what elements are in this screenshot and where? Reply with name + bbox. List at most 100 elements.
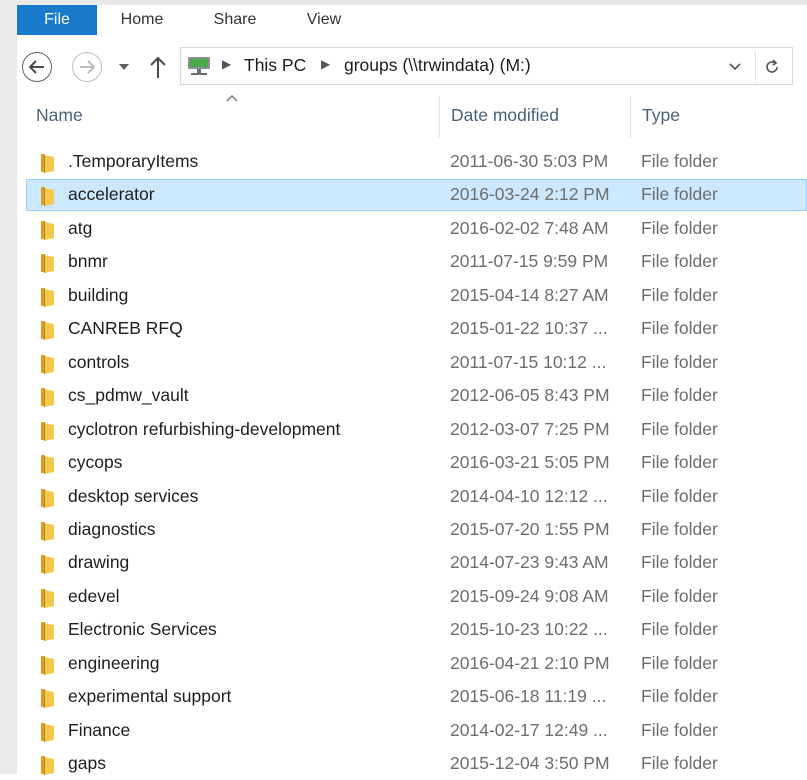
file-name: Finance: [68, 720, 131, 740]
folder-icon: [41, 455, 54, 474]
file-name: experimental support: [68, 686, 232, 706]
date-modified: 2014-07-23 9:43 AM: [450, 552, 609, 572]
breadcrumb-this-pc[interactable]: This PC: [244, 55, 306, 76]
arrow-left-icon: [29, 60, 44, 74]
file-name: building: [68, 285, 129, 305]
file-type: File folder: [641, 686, 718, 706]
folder-icon: [41, 154, 54, 173]
folder-icon: [41, 756, 54, 775]
list-item[interactable]: edevel 2015-09-24 9:08 AM File folder: [26, 581, 807, 613]
list-item[interactable]: accelerator 2016-03-24 2:12 PM File folder: [26, 179, 807, 211]
date-modified: 2015-07-20 1:55 PM: [450, 519, 610, 539]
folder-icon: [41, 522, 54, 541]
folder-icon: [41, 689, 54, 708]
folder-icon: [41, 288, 54, 307]
file-name: bnmr: [68, 251, 108, 271]
folder-icon: [41, 221, 54, 240]
file-type: File folder: [641, 184, 718, 204]
folder-icon: [41, 589, 54, 608]
file-type: File folder: [641, 251, 718, 271]
date-modified: 2016-04-21 2:10 PM: [450, 653, 610, 673]
list-item[interactable]: cycops 2016-03-21 5:05 PM File folder: [26, 447, 807, 479]
column-header-date-modified[interactable]: Date modified: [451, 105, 559, 126]
date-modified: 2011-06-30 5:03 PM: [450, 151, 609, 171]
date-modified: 2016-03-21 5:05 PM: [450, 452, 610, 472]
file-name: desktop services: [68, 486, 199, 506]
list-item[interactable]: controls 2011-07-15 10:12 ... File folder: [26, 347, 807, 379]
tab-home[interactable]: Home: [107, 5, 177, 35]
date-modified: 2012-06-05 8:43 PM: [450, 385, 610, 405]
list-item[interactable]: CANREB RFQ 2015-01-22 10:37 ... File folde…: [26, 313, 807, 345]
forward-button[interactable]: [72, 52, 102, 82]
folder-icon: [41, 321, 54, 340]
list-item[interactable]: experimental support 2015-06-18 11:19 ...…: [26, 681, 807, 713]
column-divider[interactable]: [439, 96, 440, 138]
list-item[interactable]: building 2015-04-14 8:27 AM File folder: [26, 280, 807, 312]
list-item[interactable]: cyclotron refurbishing-development 2012-0…: [26, 414, 807, 446]
list-item[interactable]: Finance 2014-02-17 12:49 ... File folder: [26, 715, 807, 747]
file-name: edevel: [68, 586, 120, 606]
folder-icon: [41, 355, 54, 374]
file-type: File folder: [641, 151, 718, 171]
file-type: File folder: [641, 586, 718, 606]
date-modified: 2015-01-22 10:37 ...: [450, 318, 608, 338]
refresh-icon[interactable]: [762, 56, 782, 78]
tab-view[interactable]: View: [292, 5, 356, 35]
folder-icon: [41, 254, 54, 273]
back-button[interactable]: [22, 52, 52, 82]
arrow-right-icon: [80, 60, 95, 74]
date-modified: 2016-02-02 7:48 AM: [450, 218, 609, 238]
tab-share[interactable]: Share: [200, 5, 270, 35]
window-left-edge: [0, 0, 17, 774]
list-item[interactable]: bnmr 2011-07-15 9:59 PM File folder: [26, 246, 807, 278]
date-modified: 2011-07-15 10:12 ...: [450, 352, 607, 372]
list-item[interactable]: Electronic Services 2015-10-23 10:22 ... F…: [26, 614, 807, 646]
up-arrow-icon[interactable]: [148, 54, 168, 80]
file-type: File folder: [641, 385, 718, 405]
file-name: controls: [68, 352, 130, 372]
chevron-right-icon: ▶: [321, 57, 331, 71]
file-type: File folder: [641, 318, 718, 338]
list-item[interactable]: drawing 2014-07-23 9:43 AM File folder: [26, 547, 807, 579]
column-divider[interactable]: [630, 96, 631, 138]
chevron-down-icon[interactable]: [727, 58, 743, 74]
column-header-name[interactable]: Name: [36, 105, 83, 126]
column-header-type[interactable]: Type: [642, 105, 680, 126]
list-item[interactable]: gaps 2015-12-04 3:50 PM File folder: [26, 748, 807, 780]
file-name: Electronic Services: [68, 619, 217, 639]
folder-icon: [41, 187, 54, 206]
file-name: gaps: [68, 753, 106, 773]
file-name: .TemporaryItems: [68, 151, 199, 171]
file-name: engineering: [68, 653, 160, 673]
file-name: drawing: [68, 552, 130, 572]
folder-icon: [41, 555, 54, 574]
file-name: diagnostics: [68, 519, 156, 539]
file-type: File folder: [641, 419, 718, 439]
breadcrumb-groups-drive[interactable]: groups (\\trwindata) (M:): [344, 55, 531, 76]
sort-ascending-icon: [226, 94, 238, 102]
list-item[interactable]: desktop services 2014-04-10 12:12 ... File…: [26, 481, 807, 513]
address-divider: [755, 50, 756, 82]
file-type: File folder: [641, 452, 718, 472]
file-type: File folder: [641, 486, 718, 506]
tab-file[interactable]: File: [17, 5, 97, 35]
list-item[interactable]: cs_pdmw_vault 2012-06-05 8:43 PM File fold…: [26, 380, 807, 412]
date-modified: 2015-06-18 11:19 ...: [450, 686, 607, 706]
recent-locations-icon[interactable]: [117, 58, 131, 74]
file-type: File folder: [641, 285, 718, 305]
file-name: accelerator: [68, 184, 155, 204]
file-name: CANREB RFQ: [68, 318, 183, 338]
date-modified: 2011-07-15 9:59 PM: [450, 251, 609, 271]
date-modified: 2016-03-24 2:12 PM: [450, 184, 610, 204]
file-name: cycops: [68, 452, 123, 472]
list-item[interactable]: engineering 2016-04-21 2:10 PM File folder: [26, 648, 807, 680]
file-type: File folder: [641, 653, 718, 673]
file-type: File folder: [641, 720, 718, 740]
list-item[interactable]: .TemporaryItems 2011-06-30 5:03 PM File fo…: [26, 146, 807, 178]
folder-icon: [41, 422, 54, 441]
list-item[interactable]: atg 2016-02-02 7:48 AM File folder: [26, 213, 807, 245]
file-type: File folder: [641, 519, 718, 539]
file-type: File folder: [641, 552, 718, 572]
list-item[interactable]: diagnostics 2015-07-20 1:55 PM File folder: [26, 514, 807, 546]
file-type: File folder: [641, 352, 718, 372]
